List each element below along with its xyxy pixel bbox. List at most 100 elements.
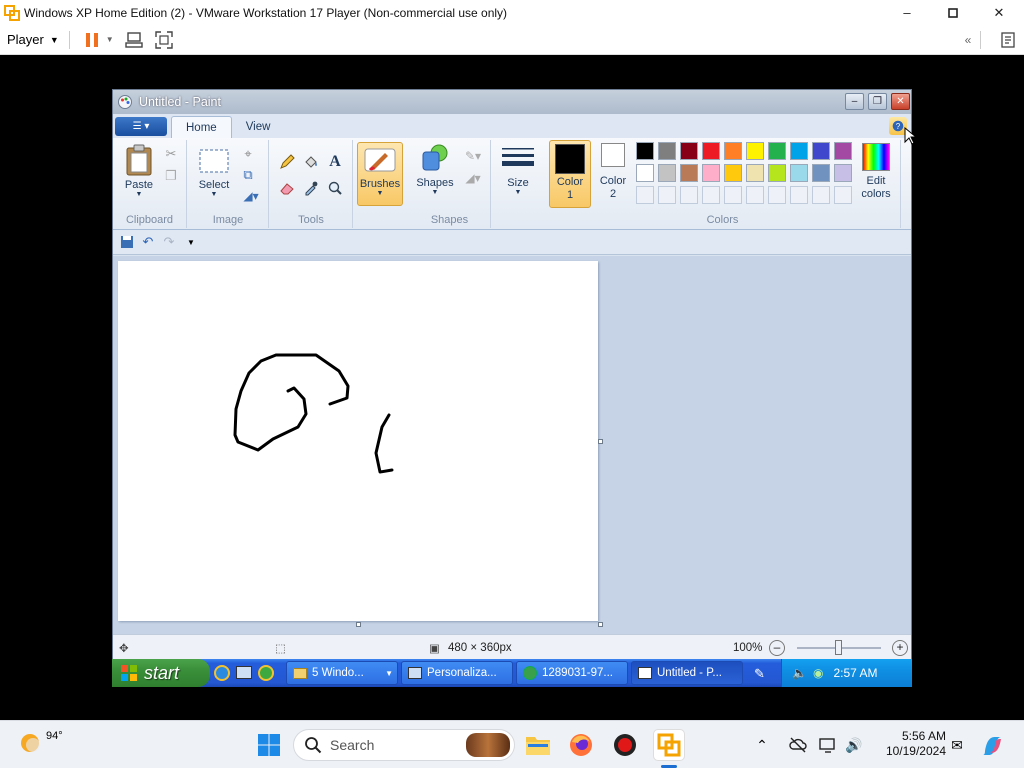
send-ctrl-alt-del-button[interactable]	[122, 28, 146, 52]
message-log-button[interactable]	[996, 28, 1020, 52]
custom-color-slot[interactable]	[658, 186, 676, 204]
palette-swatch[interactable]	[746, 164, 764, 182]
taskbar-firefox[interactable]	[565, 729, 597, 761]
magnifier-tool[interactable]	[325, 178, 345, 198]
minimize-button[interactable]: –	[884, 0, 930, 25]
brushes-button[interactable]: Brushes ▼	[357, 142, 403, 206]
select-button[interactable]: Select ▼	[194, 148, 234, 198]
taskbar-file-explorer[interactable]	[522, 729, 554, 761]
customize-qat-button[interactable]: ▼	[181, 232, 201, 252]
palette-swatch[interactable]	[702, 164, 720, 182]
tray-display-icon[interactable]	[814, 729, 842, 761]
tray-network-sync-icon[interactable]	[784, 729, 812, 761]
xp-taskbar-button-windows[interactable]: 5 Windo... ▼	[286, 661, 398, 685]
palette-swatch[interactable]	[746, 142, 764, 160]
palette-swatch[interactable]	[636, 164, 654, 182]
security-shield-icon[interactable]: ◉	[813, 666, 823, 680]
custom-color-slot[interactable]	[790, 186, 808, 204]
color1-button[interactable]: Color 1	[549, 140, 591, 208]
copilot-button[interactable]	[977, 729, 1009, 761]
redo-button[interactable]: ↷	[159, 232, 179, 252]
fullscreen-button[interactable]	[152, 28, 176, 52]
resize-button[interactable]: ⧉	[238, 165, 258, 185]
close-button[interactable]: ✕	[976, 0, 1022, 25]
network-setup-icon[interactable]: ✎	[754, 666, 765, 682]
quicklaunch-desktop-icon[interactable]	[236, 666, 252, 679]
quicklaunch-ie-icon[interactable]	[214, 665, 230, 681]
custom-color-slot[interactable]	[724, 186, 742, 204]
collapse-toolbar-button[interactable]: «	[956, 28, 980, 52]
tray-volume-icon[interactable]: 🔊	[840, 729, 868, 761]
palette-swatch[interactable]	[834, 142, 852, 160]
palette-swatch[interactable]	[812, 142, 830, 160]
show-hidden-icons-button[interactable]: ⌃	[750, 729, 774, 761]
canvas-resize-handle-right[interactable]	[598, 439, 603, 444]
taskbar-search-box[interactable]: Search	[293, 729, 515, 761]
palette-swatch[interactable]	[680, 142, 698, 160]
undo-button[interactable]: ↶	[138, 232, 158, 252]
palette-swatch[interactable]	[658, 164, 676, 182]
palette-swatch[interactable]	[812, 164, 830, 182]
xp-taskbar-button-paint[interactable]: Untitled - P...	[631, 661, 743, 685]
crop-button[interactable]: ⌖	[238, 144, 258, 164]
taskbar-recorder[interactable]	[609, 729, 641, 761]
palette-swatch[interactable]	[790, 164, 808, 182]
notification-center-button[interactable]: ✉	[945, 729, 969, 761]
palette-swatch[interactable]	[834, 164, 852, 182]
volume-icon[interactable]: 🔈	[792, 666, 807, 680]
drawing-canvas[interactable]	[118, 261, 598, 621]
save-button[interactable]	[117, 232, 137, 252]
rotate-button[interactable]: ◢▾	[238, 186, 264, 206]
cut-button[interactable]: ✂	[161, 144, 181, 164]
xp-taskbar-button-browser[interactable]: 1289031-97...	[516, 661, 628, 685]
color2-button[interactable]: Color 2	[595, 143, 631, 201]
paint-close-button[interactable]: ✕	[891, 93, 910, 110]
canvas-resize-handle-corner[interactable]	[598, 622, 603, 627]
zoom-in-button[interactable]: +	[892, 639, 908, 656]
xp-taskbar-button-personalize[interactable]: Personaliza...	[401, 661, 513, 685]
fill-button[interactable]: ◢▾	[459, 168, 487, 188]
pencil-tool[interactable]	[277, 152, 297, 172]
paint-minimize-button[interactable]: –	[845, 93, 864, 110]
edit-colors-button[interactable]: Edit colors	[855, 143, 897, 201]
paint-app-menu-button[interactable]: ☰ ▾	[115, 117, 167, 136]
fill-tool[interactable]	[301, 152, 321, 172]
pause-dropdown-icon[interactable]: ▼	[106, 35, 114, 44]
pause-button[interactable]	[80, 28, 104, 52]
tab-home[interactable]: Home	[171, 116, 232, 138]
color-picker-tool[interactable]	[301, 178, 321, 198]
canvas-resize-handle-bottom[interactable]	[356, 622, 361, 627]
copy-button[interactable]: ❐	[161, 166, 181, 186]
paste-button[interactable]: Paste ▼	[119, 144, 159, 198]
palette-swatch[interactable]	[724, 164, 742, 182]
custom-color-slot[interactable]	[680, 186, 698, 204]
custom-color-slot[interactable]	[834, 186, 852, 204]
custom-color-slot[interactable]	[812, 186, 830, 204]
custom-color-slot[interactable]	[636, 186, 654, 204]
outline-button[interactable]: ✎▾	[459, 146, 487, 166]
custom-color-slot[interactable]	[702, 186, 720, 204]
palette-swatch[interactable]	[768, 142, 786, 160]
palette-swatch[interactable]	[636, 142, 654, 160]
restore-button[interactable]	[930, 0, 976, 25]
shapes-button[interactable]: Shapes ▼	[414, 142, 456, 196]
palette-swatch[interactable]	[680, 164, 698, 182]
windows-start-button[interactable]	[253, 729, 285, 761]
palette-swatch[interactable]	[724, 142, 742, 160]
win11-clock[interactable]: 5:56 AM 10/19/2024	[872, 729, 946, 759]
text-tool[interactable]: A	[325, 152, 345, 172]
eraser-tool[interactable]	[277, 178, 297, 198]
weather-widget[interactable]: 94°	[16, 729, 63, 757]
custom-color-slot[interactable]	[768, 186, 786, 204]
xp-start-button[interactable]: start	[112, 659, 210, 687]
palette-swatch[interactable]	[768, 164, 786, 182]
tab-view[interactable]: View	[232, 116, 285, 138]
palette-swatch[interactable]	[658, 142, 676, 160]
taskbar-vmware[interactable]	[653, 729, 685, 761]
zoom-slider-thumb[interactable]	[835, 640, 842, 655]
player-menu[interactable]: Player ▼	[7, 32, 59, 47]
paint-restore-button[interactable]: ❐	[868, 93, 887, 110]
custom-color-slot[interactable]	[746, 186, 764, 204]
palette-swatch[interactable]	[790, 142, 808, 160]
zoom-out-button[interactable]: –	[769, 639, 785, 656]
